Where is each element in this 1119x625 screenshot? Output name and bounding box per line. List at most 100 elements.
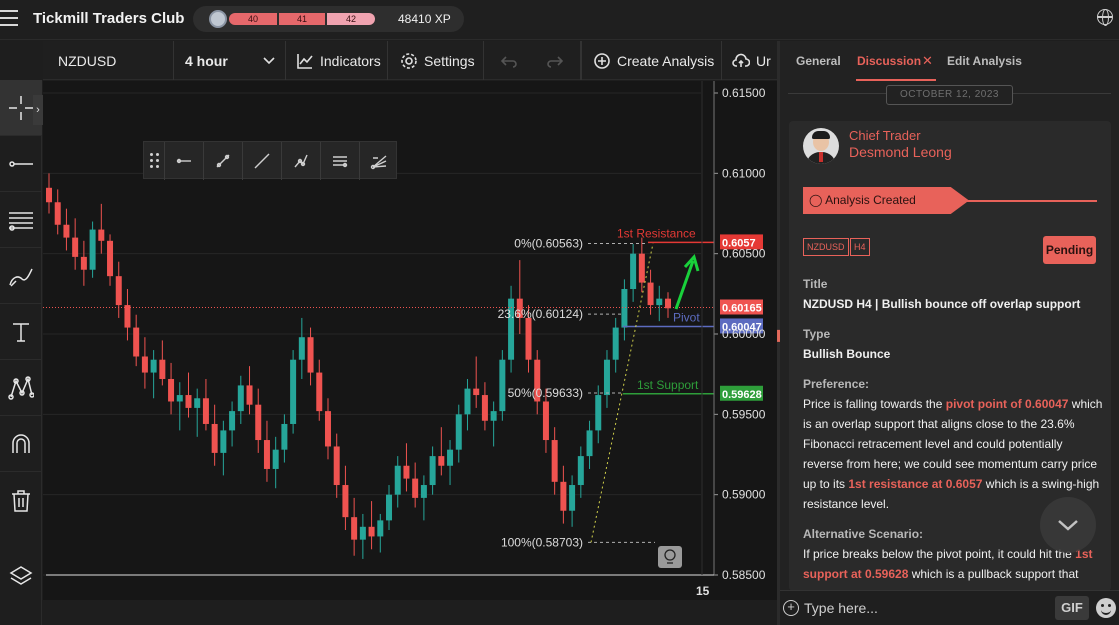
line-tool[interactable] — [0, 136, 42, 192]
undo-redo-group — [484, 41, 581, 80]
candle-body — [150, 359, 157, 373]
price-tick: 0.59000 — [722, 488, 766, 502]
tab-discussion[interactable]: Discussion — [857, 54, 921, 68]
price-tick: 0.59500 — [722, 407, 766, 421]
price-tick: 0.60500 — [722, 247, 766, 261]
fib-level-label: 50%(0.59633) — [508, 386, 583, 400]
gif-button[interactable]: GIF — [1055, 596, 1089, 620]
redo-icon[interactable] — [546, 52, 564, 70]
add-attachment-icon[interactable]: + — [783, 600, 799, 616]
candle-body — [185, 395, 192, 408]
drawing-tools-rail: › — [0, 80, 43, 625]
menu-icon[interactable] — [0, 10, 18, 26]
fib-levels-icon — [9, 211, 33, 231]
settings-label: Settings — [424, 52, 475, 69]
cloud-upload-icon — [732, 53, 750, 67]
date-chip: OCTOBER 12, 2023 — [886, 85, 1013, 105]
xp-progress: 40 41 42 48410 XP — [193, 6, 464, 32]
candle-body — [420, 485, 427, 498]
parallel-channel-tool[interactable] — [320, 142, 359, 180]
candle-body — [46, 187, 52, 203]
candle-body — [255, 404, 262, 441]
symbol-tag: NZDUSD — [803, 238, 849, 256]
gear-icon — [401, 52, 417, 69]
panel-tabs: General Discussion ✕ Edit Analysis — [780, 41, 1119, 81]
candle-body — [499, 359, 506, 412]
globe-icon[interactable] — [1097, 9, 1113, 26]
text-tool[interactable] — [0, 304, 42, 360]
candle-body — [298, 337, 305, 360]
analysis-side-panel: General Discussion ✕ Edit Analysis OCTOB… — [780, 41, 1119, 625]
timeframe-dropdown[interactable]: 4 hour — [174, 41, 286, 80]
drag-handle-icon[interactable] — [150, 153, 160, 169]
message-composer: + GIF — [780, 590, 1119, 625]
banner-label: Analysis Created — [825, 193, 916, 207]
delete-tool[interactable] — [0, 472, 42, 528]
fib-fan-icon — [370, 155, 387, 170]
analysis-title: NZDUSD H4 | Bullish bounce off overlap s… — [803, 297, 1081, 311]
pattern-tool[interactable] — [0, 360, 42, 416]
candle-body — [630, 253, 637, 290]
close-tab-icon[interactable]: ✕ — [922, 53, 933, 69]
path-icon — [294, 154, 308, 168]
trash-icon — [12, 490, 30, 512]
candle-body — [176, 395, 183, 402]
magnet-tool[interactable] — [0, 416, 42, 472]
layers-tool[interactable] — [0, 548, 42, 604]
emoji-icon[interactable] — [1096, 598, 1116, 618]
tab-general[interactable]: General — [796, 54, 841, 68]
banner-line — [959, 200, 1097, 202]
author-role: Chief Trader — [849, 128, 921, 143]
indicators-button[interactable]: Indicators — [286, 41, 388, 80]
symbol-label: NZDUSD — [58, 52, 117, 69]
tab-edit-analysis[interactable]: Edit Analysis — [947, 54, 1022, 68]
avatar[interactable] — [803, 128, 839, 164]
candle-body — [490, 411, 497, 421]
candle-body — [603, 359, 610, 396]
settings-button[interactable]: Settings — [388, 41, 484, 80]
chart-line-icon — [297, 53, 313, 69]
layers-icon — [9, 566, 33, 585]
trend-segment-tool[interactable] — [203, 142, 242, 180]
candle-body — [647, 282, 654, 306]
candle-body — [316, 372, 323, 412]
timeframe-label: 4 hour — [185, 52, 228, 69]
channel-icon — [333, 156, 348, 168]
candle-body — [595, 395, 602, 431]
rail-expand-chevron-icon[interactable]: › — [33, 95, 43, 125]
create-analysis-button[interactable]: Create Analysis — [581, 41, 722, 80]
candle-body — [307, 337, 314, 373]
fib-level-label: 23.6%(0.60124) — [498, 307, 583, 321]
candle-body — [621, 289, 628, 328]
fib-fan-tool[interactable] — [359, 142, 398, 180]
candle-body — [159, 359, 166, 379]
candle-body — [168, 378, 175, 402]
scroll-down-button[interactable] — [1040, 497, 1096, 553]
candle-body — [342, 485, 349, 518]
fib-tool[interactable] — [0, 192, 42, 248]
brush-tool[interactable] — [0, 248, 42, 304]
candle-body — [394, 465, 401, 495]
trend-line-tool[interactable] — [242, 142, 281, 180]
author-name[interactable]: Desmond Leong — [849, 144, 952, 160]
current-price-text: 0.60165 — [722, 302, 762, 314]
undo-icon[interactable] — [500, 52, 518, 70]
bullish-arrow — [674, 260, 695, 310]
ray-tool[interactable] — [164, 142, 203, 180]
active-tab-indicator — [856, 79, 936, 81]
rank-badge-icon — [209, 10, 227, 28]
candle-body — [447, 449, 454, 466]
symbol-selector[interactable]: NZDUSD — [43, 41, 174, 80]
candle-body — [656, 298, 663, 306]
segment-icon — [216, 154, 230, 168]
candle-body — [560, 481, 567, 511]
price-tick: 0.58500 — [722, 568, 766, 582]
candle-body — [473, 388, 480, 396]
candle-body — [412, 478, 419, 498]
path-tool[interactable] — [281, 142, 320, 180]
message-input[interactable] — [804, 597, 1044, 619]
candle-body — [211, 423, 218, 453]
candle-body — [403, 465, 410, 479]
candle-body — [386, 494, 393, 521]
upload-button[interactable]: Ur — [722, 41, 777, 80]
